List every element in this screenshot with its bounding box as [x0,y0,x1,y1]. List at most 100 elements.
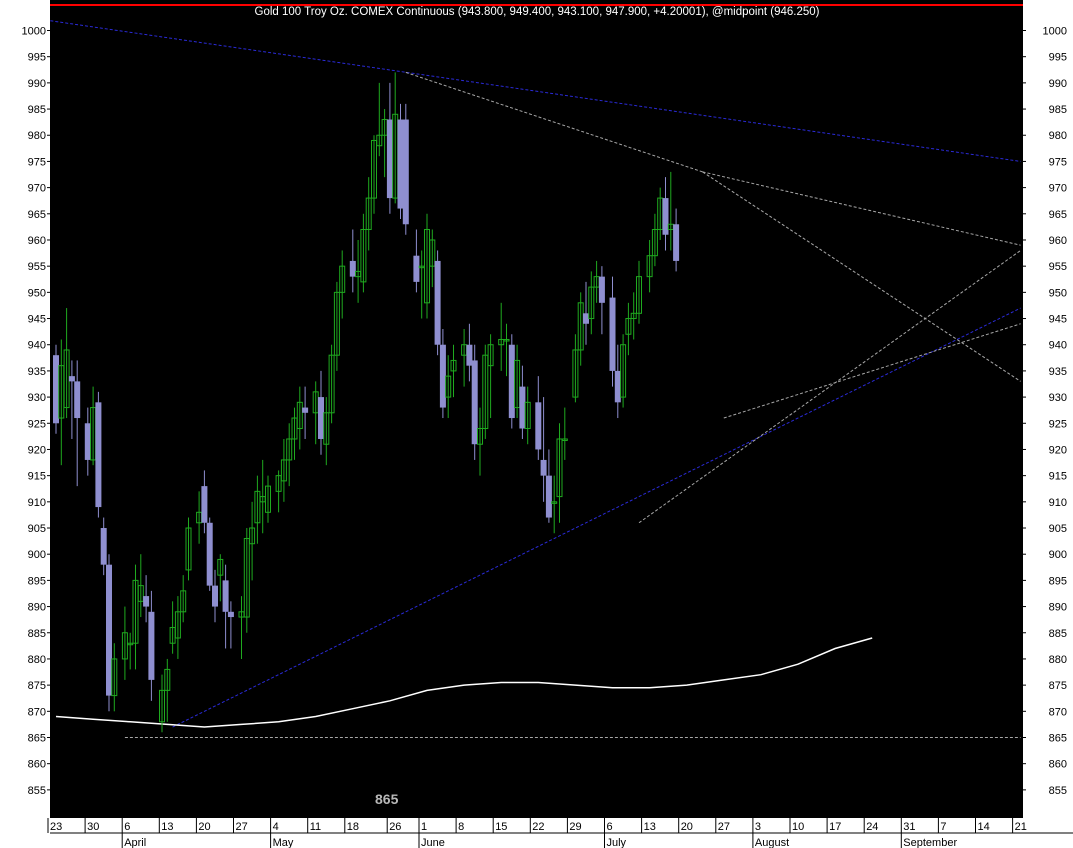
candle-body [614,370,621,403]
candle-body [439,344,446,408]
y-tick-label: 905 [1049,523,1067,535]
x-tick-label: 26 [389,821,401,833]
y-tick-label: 970 [1049,183,1067,195]
y-tick-label: 860 [28,759,46,771]
y-tick-label: 990 [28,78,46,90]
candle [206,517,213,591]
y-tick-label: 865 [1049,732,1067,744]
y-tick-label: 885 [28,628,46,640]
x-tick-label: 22 [532,821,544,833]
y-tick-label: 950 [28,287,46,299]
x-tick-label: 13 [644,821,656,833]
x-tick-label: 14 [978,821,990,833]
y-tick-label: 895 [28,575,46,587]
candle-body [583,313,589,324]
y-tick-label: 860 [1049,759,1067,771]
y-tick-label: 905 [28,523,46,535]
y-tick-label: 965 [28,209,46,221]
y-tick-label: 880 [28,654,46,666]
y-tick-label: 965 [1049,209,1067,221]
y-tick-label: 870 [1049,706,1067,718]
candle-body [349,260,356,277]
y-tick-label: 900 [1049,549,1067,561]
candle-body [466,344,473,366]
y-tick-label: 980 [1049,130,1067,142]
candle-body [386,119,393,199]
x-month-label: April [124,837,146,848]
x-tick-label: 29 [569,821,581,833]
candle-body [227,611,234,618]
y-tick-label: 875 [28,680,46,692]
candle-body [471,360,478,445]
y-tick-label: 880 [1049,654,1067,666]
x-tick-label: 15 [495,821,507,833]
candle-body [53,355,59,424]
candle-body [100,528,107,565]
x-month-label: June [421,837,445,848]
y-tick-label: 980 [28,130,46,142]
y-tick-label: 910 [1049,497,1067,509]
y-tick-label: 900 [28,549,46,561]
candle-body [302,407,309,413]
x-tick-label: 17 [829,821,841,833]
chart-title: Gold 100 Troy Oz. COMEX Continuous (943.… [255,6,820,18]
x-tick-label: 18 [347,821,359,833]
candle-body [540,459,547,476]
x-tick-label: 31 [903,821,915,833]
y-tick-label: 945 [1049,314,1067,326]
x-month-label: September [903,837,957,848]
y-tick-label: 935 [28,366,46,378]
x-tick-label: 6 [607,821,613,833]
x-tick-label: 23 [50,821,62,833]
candle-body [222,580,229,612]
x-tick-label: 6 [124,821,130,833]
y-tick-label: 985 [1049,104,1067,116]
x-tick-label: 7 [940,821,946,833]
x-tick-label: 1 [421,821,427,833]
candle-body [68,376,75,382]
y-tick-label: 960 [28,235,46,247]
y-tick-label: 945 [28,314,46,326]
y-tick-label: 865 [28,732,46,744]
y-tick-label: 970 [28,183,46,195]
gold-price-chart: 855 860 865 870 875 880 885 890 895 900 905 910 915 9… [0,0,1073,848]
candle-body [148,611,155,680]
x-tick-label: 24 [866,821,878,833]
y-tick-label: 890 [1049,602,1067,614]
x-tick-label: 11 [310,821,321,833]
candle-body [673,224,680,261]
candle-body [84,423,91,460]
x-tick-label: 21 [1015,821,1027,833]
y-tick-label: 915 [1049,471,1067,483]
candle [434,250,441,356]
y-tick-label: 960 [1049,235,1067,247]
x-tick-label: 3 [755,821,761,833]
candle-body [206,522,213,586]
y-tick-label: 950 [1049,287,1067,299]
candle [95,391,102,518]
x-month-label: July [607,837,627,848]
candle-body [318,397,324,439]
candle-body [397,119,404,209]
x-tick-label: 13 [161,821,173,833]
candle-body [535,402,542,450]
y-tick-label: 910 [28,497,46,509]
y-tick-label: 890 [28,602,46,614]
candle-body [143,596,150,607]
x-tick-label: 4 [273,821,279,833]
candle-body [95,402,102,508]
candle-body [598,276,605,303]
candle-body [434,260,441,345]
chart-annotation: 865 [375,791,399,807]
candle [508,334,515,429]
candle-body [609,297,616,371]
y-tick-label: 1000 [22,26,46,38]
x-tick-label: 8 [458,821,464,833]
x-tick-label: 27 [718,821,730,833]
y-tick-label: 990 [1049,78,1067,90]
x-tick-label: 30 [87,821,99,833]
y-tick-label: 985 [28,104,46,116]
y-tick-label: 995 [28,52,46,64]
candle [471,344,478,460]
y-tick-label: 875 [1049,680,1067,692]
